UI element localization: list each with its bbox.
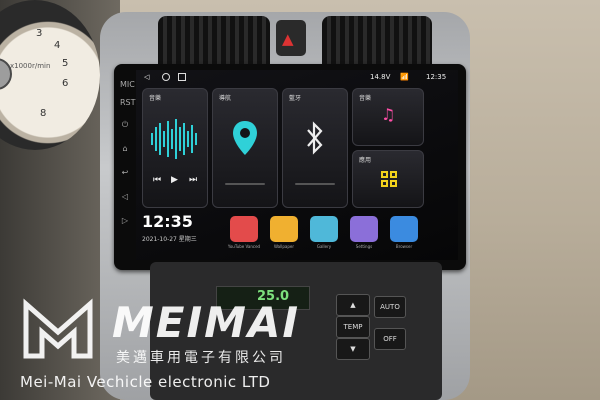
music-note-icon: ♫ [381,105,396,124]
music-card[interactable]: 音樂 ⏮ ▶ ⏭ [142,88,208,208]
app-label: Wallpaper [273,244,294,249]
previous-icon[interactable]: ⏮ [153,175,161,185]
status-bar: ◁ 14.8V 📶 12:35 [136,70,458,84]
app-label: Settings [355,244,373,249]
volume-down-icon[interactable]: ◁ [120,192,130,201]
side-button-mic[interactable]: MIC [120,80,135,89]
app-browser-icon[interactable] [390,216,418,242]
gauge-number: 4 [54,40,61,51]
battery-voltage: 14.8V [370,73,391,81]
power-icon[interactable]: ⏻ [120,120,130,130]
tachometer-gauge: x1000r/min 3 4 5 6 8 [0,0,100,150]
auto-button[interactable]: AUTO [374,296,406,318]
signal-icon: 📶 [400,73,409,81]
temp-down-button[interactable]: ▼ [336,338,370,360]
gauge-number: 8 [40,108,47,119]
off-button[interactable]: OFF [374,328,406,350]
navigation-card-title: 導航 [219,95,232,102]
gauge-number: 6 [62,78,69,89]
audio-card-title: 音樂 [359,95,372,102]
back-icon[interactable]: ↩ [120,168,130,177]
waveform-icon [151,119,197,159]
status-time: 12:35 [426,73,447,81]
hazard-icon: ▲ [282,30,294,48]
app-grid-icon [381,171,397,187]
head-unit: MIC RST ⏻ ⌂ ↩ ◁ ▷ ◁ 14.8V 📶 12:35 音樂 ⏮ ▶… [114,64,466,270]
gauge-number: 5 [62,58,69,69]
apps-card-title: 應用 [359,157,372,164]
nav-back-icon[interactable]: ◁ [144,73,149,81]
app-label: Browser [395,244,413,249]
app-label: Gallery [316,244,332,249]
gauge-number: 3 [36,28,43,39]
app-gallery-icon[interactable] [310,216,338,242]
app-settings-icon[interactable] [350,216,378,242]
apps-card[interactable]: 應用 [352,150,424,208]
app-label: YouTube Vanced [227,244,261,249]
temp-up-button[interactable]: ▲ [336,294,370,316]
nav-home-icon[interactable] [162,73,170,81]
next-icon[interactable]: ⏭ [189,175,197,185]
play-icon[interactable]: ▶ [171,175,178,185]
meimai-logo-icon [23,298,93,359]
bluetooth-icon [307,121,323,155]
nav-recents-icon[interactable] [178,73,186,81]
watermark-english-name: Mei-Mai Vechicle electronic LTD [20,373,271,391]
map-pin-icon [233,121,257,155]
gauge-unit-label: x1000r/min [10,62,51,70]
card-shadow [225,183,265,185]
volume-up-icon[interactable]: ▷ [120,216,130,225]
watermark-chinese-name: 美邁車用電子有限公司 [116,350,286,366]
app-wallpaper-icon[interactable] [270,216,298,242]
music-card-title: 音樂 [149,95,162,102]
home-clock: 12:35 [142,212,193,231]
audio-card[interactable]: 音樂 ♫ [352,88,424,146]
watermark-brand: MEIMAI [112,298,301,347]
touchscreen: ◁ 14.8V 📶 12:35 音樂 ⏮ ▶ ⏭ 導航 藍牙 音樂 ♫ 應用 1… [136,70,458,260]
bluetooth-card-title: 藍牙 [289,95,302,102]
home-date: 2021-10-27 星期三 [142,236,197,243]
hazard-button[interactable]: ▲ [276,20,306,56]
app-youtube-icon[interactable] [230,216,258,242]
navigation-card[interactable]: 導航 [212,88,278,208]
side-button-reset[interactable]: RST [120,98,136,107]
card-shadow [295,183,335,185]
bluetooth-card[interactable]: 藍牙 [282,88,348,208]
home-icon[interactable]: ⌂ [120,144,130,153]
temp-label: TEMP [336,316,370,338]
